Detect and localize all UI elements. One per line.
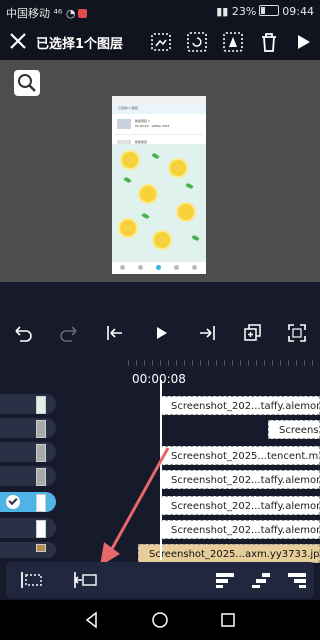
time-ruler[interactable]: [128, 360, 320, 366]
mini-bottom-nav: [112, 261, 206, 274]
annotation-arrow: [100, 447, 170, 566]
lemon-background: [112, 144, 206, 262]
thumbnail: [36, 494, 46, 512]
close-icon[interactable]: [8, 31, 28, 51]
magnifier-icon: [18, 74, 36, 92]
leaf-graphic: [151, 152, 160, 160]
signal-icon: ▮▮: [216, 5, 229, 18]
lemon-graphic: [138, 184, 158, 204]
align-to-playhead-icon[interactable]: [72, 568, 98, 592]
align-right-icon[interactable]: [284, 568, 310, 592]
lemon-graphic: [120, 150, 140, 170]
play-icon[interactable]: [150, 322, 172, 344]
thumbnail: [36, 468, 46, 486]
mask-layer-icon[interactable]: [220, 29, 246, 55]
play-icon[interactable]: [290, 29, 316, 55]
track-thumbnail[interactable]: [0, 394, 56, 414]
track-thumbnail[interactable]: [0, 466, 56, 486]
nav-dot: [174, 265, 179, 270]
jump-start-icon[interactable]: [104, 322, 126, 344]
zoom-button[interactable]: [14, 70, 40, 96]
timeline-clip[interactable]: Screenshot_202...taffy.alemon.jpg: [160, 520, 320, 539]
leaf-graphic: [141, 212, 150, 220]
battery-percent: 23%: [231, 5, 257, 18]
thumbnail: [36, 520, 46, 538]
nav-dot: [156, 265, 161, 270]
leaf-graphic: [185, 182, 194, 190]
mini-status-bar: [112, 96, 206, 103]
battery-icon: [259, 5, 280, 16]
thumbnail: [36, 444, 46, 462]
track-thumbnail[interactable]: [0, 542, 56, 558]
timeline-clip[interactable]: Screenshot_202...taffy.alemon.jpg: [160, 396, 320, 415]
thumbnail: [117, 119, 131, 129]
nav-dot: [192, 265, 197, 270]
undo-icon[interactable]: [12, 322, 34, 344]
track-thumbnail[interactable]: [0, 418, 56, 438]
notification-icon: [78, 9, 88, 18]
trash-icon[interactable]: [256, 29, 282, 55]
list-item-meta: 00:00:03 · 1080p 2023: [135, 124, 170, 128]
nav-dot: [138, 265, 143, 270]
thumbnail: [36, 544, 46, 552]
lemon-graphic: [118, 218, 138, 238]
lemon-graphic: [168, 158, 188, 178]
mini-header: 已选择1个图层: [112, 103, 206, 114]
timeline-clip[interactable]: Screenshot_2025...tencent.mm.jpg: [160, 446, 320, 465]
fullscreen-icon[interactable]: [286, 322, 308, 344]
carrier-text: 中国移动 ⁴⁶: [6, 7, 66, 20]
layer-adjust-icon[interactable]: [148, 29, 174, 55]
home-icon[interactable]: [150, 610, 170, 630]
track-thumbnail[interactable]: [0, 518, 56, 538]
track-thumbnail-selected[interactable]: [0, 492, 56, 512]
timeline-clip[interactable]: Screensh: [268, 420, 320, 439]
clock: 09:44: [282, 5, 314, 18]
redo-icon[interactable]: [58, 322, 80, 344]
system-nav-bar: [0, 600, 320, 640]
add-layer-icon[interactable]: [242, 322, 264, 344]
timeline-clip[interactable]: Screenshot_202...taffy.alemon.jpg: [160, 496, 320, 515]
timeline-clip[interactable]: Screenshot_202...taffy.alemon.jpg: [160, 470, 320, 489]
lemon-graphic: [176, 202, 196, 222]
selection-title: 已选择1个图层: [36, 37, 124, 52]
leaf-graphic: [123, 176, 132, 184]
preview-frame: 已选择1个图层 新建项目 1 00:00:03 · 1080p 2023 新建项目…: [112, 96, 206, 274]
recents-icon[interactable]: [218, 610, 238, 630]
check-icon: [6, 495, 20, 509]
playback-controls: [0, 282, 320, 360]
jump-end-icon[interactable]: [196, 322, 218, 344]
leaf-graphic: [191, 234, 200, 242]
status-bar: 中国移动 ⁴⁶ ◔ ▮▮ 23% 09:44: [0, 0, 320, 24]
track-thumbnail[interactable]: [0, 442, 56, 462]
thumbnail: [36, 396, 46, 414]
list-item: 新建项目 1 00:00:03 · 1080p 2023: [115, 116, 203, 135]
back-icon[interactable]: [82, 610, 102, 630]
nav-dot: [120, 265, 125, 270]
trim-start-icon[interactable]: [18, 568, 44, 592]
wifi-icon: ◔: [65, 7, 76, 20]
top-toolbar: 已选择1个图层: [0, 24, 320, 60]
lemon-graphic: [152, 230, 172, 250]
clip-tools-bar: [6, 562, 314, 598]
rotate-layer-icon[interactable]: [184, 29, 210, 55]
align-left-icon[interactable]: [212, 568, 238, 592]
current-time: 00:00:08: [132, 372, 186, 386]
thumbnail: [36, 420, 46, 438]
align-staggered-icon[interactable]: [248, 568, 274, 592]
